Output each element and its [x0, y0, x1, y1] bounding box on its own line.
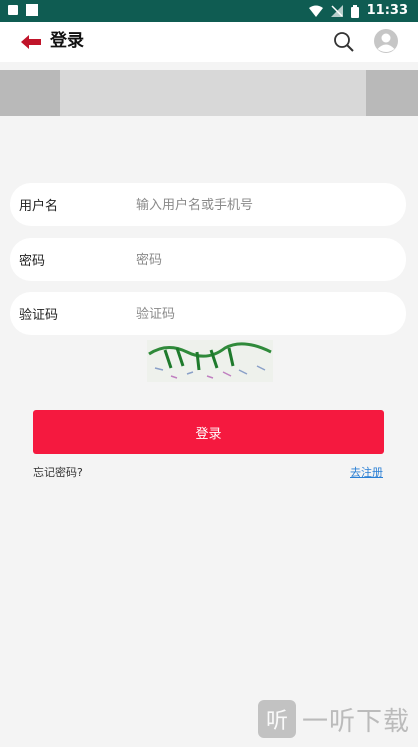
system-icons: 11:33 — [308, 3, 408, 19]
captcha-label: 验证码 — [19, 308, 59, 323]
page-title: 登录 — [50, 31, 84, 51]
watermark: 听 一听下载 — [258, 700, 410, 738]
captcha-image[interactable] — [147, 340, 273, 382]
battery-icon — [350, 4, 359, 18]
captcha-row: 验证码 — [10, 292, 406, 335]
banner-area — [0, 70, 418, 116]
password-input[interactable] — [134, 248, 388, 272]
banner-image — [60, 70, 366, 116]
forgot-password-link[interactable]: 忘记密码? — [33, 464, 83, 480]
wifi-icon — [308, 5, 323, 17]
clock: 11:33 — [366, 3, 408, 18]
signal-icon — [330, 5, 343, 17]
notification-icons — [8, 4, 38, 16]
password-row: 密码 — [10, 238, 406, 281]
watermark-logo: 听 — [258, 700, 296, 738]
status-bar: 11:33 — [0, 0, 418, 22]
watermark-text: 一听下载 — [302, 706, 411, 737]
notification-icon — [8, 5, 18, 15]
captcha-graphic — [147, 340, 273, 382]
register-link[interactable]: 去注册 — [350, 464, 383, 480]
username-row: 用户名 — [10, 183, 406, 226]
password-label: 密码 — [19, 254, 46, 269]
username-input[interactable] — [134, 193, 388, 217]
app-header: 登录 — [0, 22, 418, 62]
username-label: 用户名 — [19, 199, 59, 214]
back-arrow-icon[interactable] — [20, 32, 42, 52]
user-avatar-icon[interactable] — [374, 29, 398, 53]
app-notification-icon — [26, 4, 38, 16]
search-icon[interactable] — [333, 31, 355, 53]
captcha-input[interactable] — [134, 302, 388, 326]
login-button[interactable]: 登录 — [33, 410, 384, 454]
